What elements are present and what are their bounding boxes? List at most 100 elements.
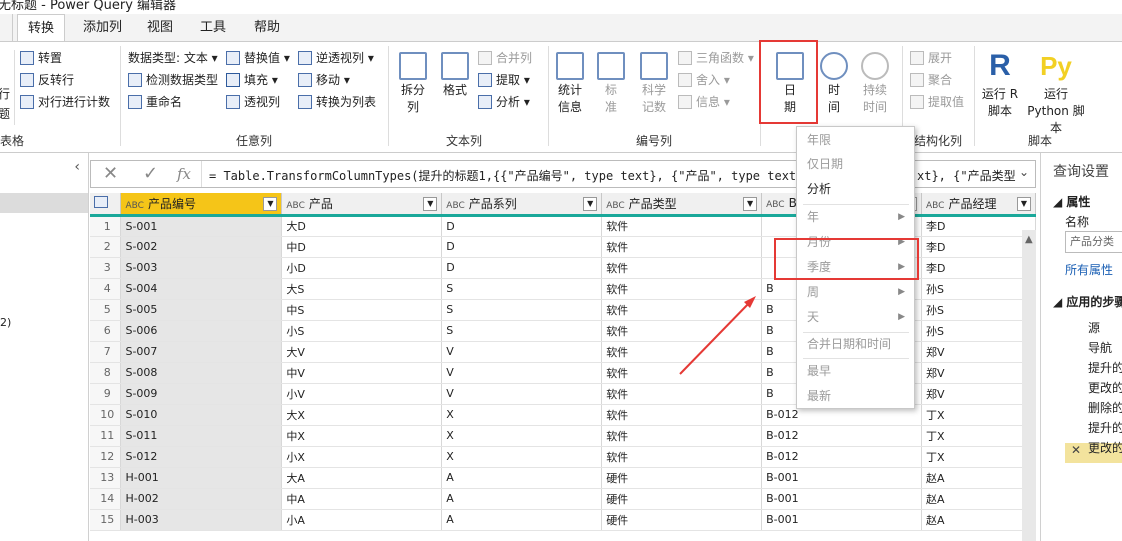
column-filter-icon[interactable]: ▼ [263,197,278,211]
table-cell[interactable]: S-009 [120,383,283,405]
run-python-button[interactable]: Py 运行 Python 脚本 [1022,46,1090,137]
table-cell[interactable]: 孙S [921,320,1036,342]
all-properties-link[interactable]: 所有属性 [1065,261,1113,278]
table-cell[interactable]: S-004 [120,278,283,300]
collapse-left-icon[interactable]: ‹ [74,159,80,175]
extract-values-button[interactable]: 提取值 [910,92,964,112]
table-cell[interactable]: 中S [281,299,443,321]
aggregate-button[interactable]: 聚合 [910,70,952,90]
step-source[interactable]: 源 [1088,318,1100,338]
text-type-icon[interactable]: ABC [926,201,944,211]
table-cell[interactable]: S-008 [120,362,283,384]
query-item-selected[interactable] [0,193,88,213]
data-type-dropdown[interactable]: 数据类型: 文本 ▾ [128,48,218,68]
table-cell[interactable]: H-001 [120,467,283,489]
run-r-button[interactable]: R 运行 R 脚本 [980,46,1020,120]
tab-help[interactable]: 帮助 [244,14,290,42]
tab-tools[interactable]: 工具 [190,14,236,42]
table-cell[interactable]: V [441,383,603,405]
table-cell[interactable]: S-003 [120,257,283,279]
menu-item-age[interactable]: 年限 [807,129,907,151]
table-cell[interactable]: S [441,299,603,321]
table-cell[interactable]: A [441,467,603,489]
statistics-button[interactable]: 统计信息 [552,52,588,116]
table-cell[interactable]: X [441,425,603,447]
extract-button[interactable]: 提取 ▾ [478,70,530,90]
table-cell[interactable]: H-002 [120,488,283,510]
file-tab[interactable] [0,14,13,42]
table-cell[interactable]: 郑V [921,341,1036,363]
menu-item-date-only[interactable]: 仅日期 [807,153,907,175]
column-header[interactable]: ABC 产品系列 ▼ [441,193,603,217]
table-cell[interactable]: 软件 [601,446,763,468]
trig-button[interactable]: 三角函数 ▾ [678,48,754,68]
column-filter-icon[interactable]: ▼ [1017,197,1031,211]
table-cell[interactable]: 小A [281,509,443,531]
table-cell[interactable]: S [441,320,603,342]
table-cell[interactable]: 软件 [601,404,763,426]
replace-values-button[interactable]: 替换值 ▾ [226,48,290,68]
table-cell[interactable]: B-012 [761,446,922,468]
merge-columns-button[interactable]: 合并列 [478,48,532,68]
menu-item-latest[interactable]: 最新 [807,385,907,407]
text-type-icon[interactable]: ABC [606,201,624,211]
transpose-button[interactable]: 转置 [20,48,62,68]
table-cell[interactable]: 大A [281,467,443,489]
table-cell[interactable]: 中A [281,488,443,510]
column-header[interactable]: ABC 产品经理 ▼ [921,193,1036,217]
table-cell[interactable]: 大D [281,215,443,237]
step-promoted-1[interactable]: 提升的 [1088,358,1122,378]
split-column-button[interactable]: 拆分列 [396,52,430,116]
confirm-icon[interactable]: ✓ [143,163,158,184]
tab-add-column[interactable]: 添加列 [73,14,132,42]
table-cell[interactable]: 丁X [921,425,1036,447]
table-cell[interactable]: 李D [921,215,1036,237]
menu-item-parse[interactable]: 分析 [807,178,907,200]
table-cell[interactable]: 硬件 [601,509,763,531]
delete-step-icon[interactable]: ✕ [1071,443,1081,457]
table-cell[interactable]: 软件 [601,383,763,405]
table-cell[interactable]: 小X [281,446,443,468]
text-type-icon[interactable]: ABC [766,200,784,210]
table-cell[interactable]: 硬件 [601,467,763,489]
table-cell[interactable]: 大V [281,341,443,363]
table-cell[interactable]: 郑V [921,362,1036,384]
table-cell[interactable]: 大S [281,278,443,300]
expand-formula-icon[interactable]: ⌄ [1019,165,1029,179]
table-cell[interactable]: S-012 [120,446,283,468]
step-navigation[interactable]: 导航 [1088,338,1112,358]
text-type-icon[interactable]: ABC [286,201,304,211]
table-cell[interactable]: 中V [281,362,443,384]
table-cell[interactable]: 赵A [921,467,1036,489]
step-changed-1[interactable]: 更改的 [1088,378,1122,398]
tab-transform[interactable]: 转换 [17,14,66,42]
tab-view[interactable]: 视图 [137,14,183,42]
cancel-icon[interactable]: ✕ [103,163,118,184]
table-cell[interactable]: S [441,278,603,300]
table-cell[interactable]: B-001 [761,488,922,510]
table-cell[interactable]: S-001 [120,215,283,237]
detect-type-button[interactable]: 检测数据类型 [128,70,218,90]
menu-item-year[interactable]: 年 ▶ [807,206,907,228]
vertical-scrollbar[interactable]: ▲ [1022,230,1036,541]
table-cell[interactable]: 李D [921,257,1036,279]
scientific-button[interactable]: 科学记数 [636,52,672,116]
column-header[interactable]: ABC 产品编号 ▼ [120,193,283,217]
table-cell[interactable]: X [441,446,603,468]
table-cell[interactable]: 赵A [921,488,1036,510]
table-cell[interactable]: 丁X [921,446,1036,468]
table-cell[interactable]: 孙S [921,299,1036,321]
table-cell[interactable]: 丁X [921,404,1036,426]
step-promoted-2[interactable]: 提升的 [1088,418,1122,438]
move-button[interactable]: 移动 ▾ [298,70,350,90]
step-changed-2[interactable]: 更改的 [1088,438,1122,458]
table-cell[interactable]: X [441,404,603,426]
table-cell[interactable]: S-006 [120,320,283,342]
menu-item-earliest[interactable]: 最早 [807,360,907,382]
text-type-icon[interactable]: ABC [446,201,464,211]
table-cell[interactable]: S-011 [120,425,283,447]
table-cell[interactable]: 小S [281,320,443,342]
table-cell[interactable]: 软件 [601,257,763,279]
unpivot-button[interactable]: 逆透视列 ▾ [298,48,374,68]
table-cell[interactable]: B-012 [761,425,922,447]
